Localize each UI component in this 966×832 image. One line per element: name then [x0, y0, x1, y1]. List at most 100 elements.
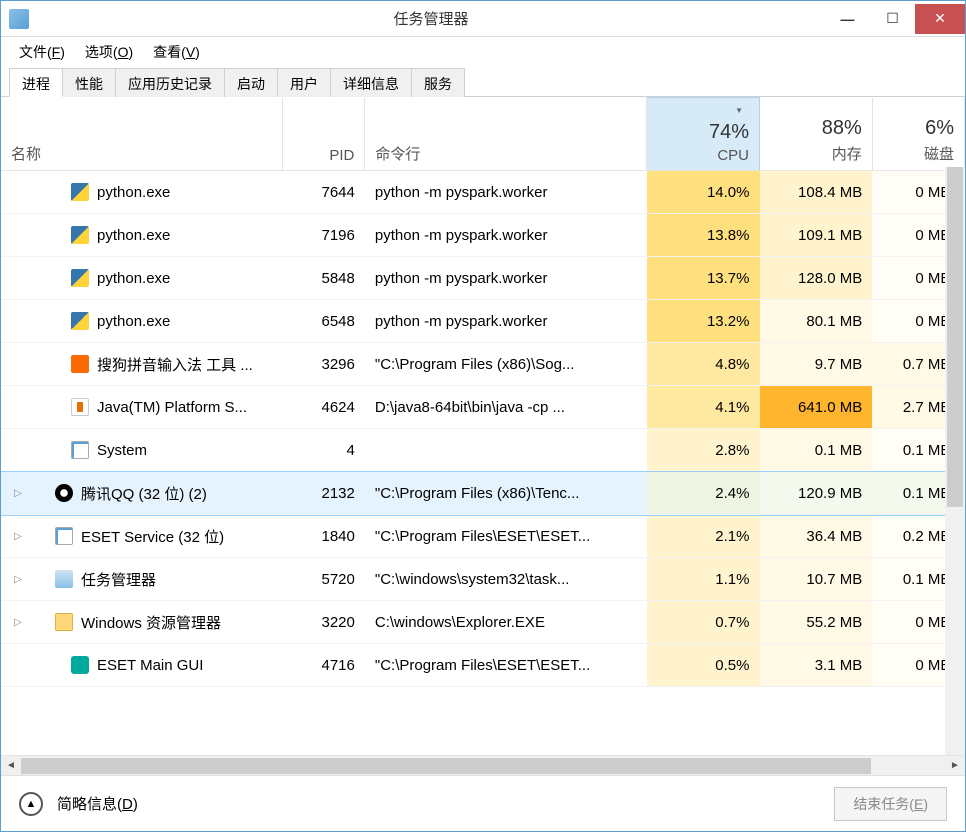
mem-cell: 109.1 MB [760, 214, 873, 257]
table-row[interactable]: ▷Windows 资源管理器3220C:\windows\Explorer.EX… [1, 601, 965, 644]
cpu-cell: 13.2% [647, 300, 760, 343]
tab-services[interactable]: 服务 [411, 68, 465, 97]
table-row[interactable]: python.exe6548python -m pyspark.worker13… [1, 300, 965, 343]
pid-cell: 2132 [283, 472, 365, 515]
cmd-cell [365, 429, 647, 472]
cpu-cell: 14.0% [647, 171, 760, 214]
process-icon [55, 613, 73, 631]
pid-cell: 3220 [283, 601, 365, 644]
cmd-cell: "C:\Program Files\ESET\ESET... [365, 644, 647, 687]
cpu-cell: 2.1% [647, 515, 760, 558]
process-name: Java(TM) Platform S... [97, 399, 247, 416]
mem-cell: 108.4 MB [760, 171, 873, 214]
process-name: Windows 资源管理器 [81, 612, 221, 633]
scroll-left-button[interactable]: ◄ [1, 756, 21, 776]
th-name[interactable]: 名称 [1, 98, 283, 171]
process-name: System [97, 442, 147, 459]
tab-startup[interactable]: 启动 [224, 68, 278, 97]
th-cmd[interactable]: 命令行 [365, 98, 647, 171]
table-row[interactable]: ▷任务管理器5720"C:\windows\system32\task...1.… [1, 558, 965, 601]
process-icon [55, 570, 73, 588]
mem-cell: 80.1 MB [760, 300, 873, 343]
cpu-cell: 0.5% [647, 644, 760, 687]
cpu-cell: 1.1% [647, 558, 760, 601]
process-table: 名称 PID 命令行 ▼ 74% CPU 88% 内存 [1, 97, 965, 687]
menu-file[interactable]: 文件(F) [11, 39, 73, 65]
vertical-scrollbar[interactable] [945, 167, 965, 755]
process-name: 腾讯QQ (32 位) (2) [81, 483, 207, 504]
menu-options[interactable]: 选项(O) [77, 39, 141, 65]
table-row[interactable]: ESET Main GUI4716"C:\Program Files\ESET\… [1, 644, 965, 687]
mem-cell: 10.7 MB [760, 558, 873, 601]
menu-view[interactable]: 查看(V) [145, 39, 208, 65]
process-icon [71, 441, 89, 459]
th-pid[interactable]: PID [283, 98, 365, 171]
mem-cell: 641.0 MB [760, 386, 873, 429]
tab-app-history[interactable]: 应用历史记录 [115, 68, 225, 97]
process-name: 任务管理器 [81, 569, 156, 590]
scroll-right-button[interactable]: ► [945, 756, 965, 776]
process-icon [71, 656, 89, 674]
pid-cell: 7196 [283, 214, 365, 257]
tabbar: 进程 性能 应用历史记录 启动 用户 详细信息 服务 [1, 67, 965, 97]
tab-performance[interactable]: 性能 [62, 68, 116, 97]
close-button[interactable]: ✕ [915, 4, 965, 34]
table-row[interactable]: python.exe7196python -m pyspark.worker13… [1, 214, 965, 257]
process-name: python.exe [97, 313, 170, 330]
pid-cell: 7644 [283, 171, 365, 214]
pid-cell: 4716 [283, 644, 365, 687]
cpu-cell: 4.1% [647, 386, 760, 429]
horizontal-scrollbar[interactable]: ◄ ► [1, 755, 965, 775]
sort-descending-icon: ▼ [735, 106, 743, 115]
process-icon [71, 355, 89, 373]
brief-info-link[interactable]: 简略信息(D) [57, 793, 820, 814]
process-name: python.exe [97, 270, 170, 287]
cpu-cell: 4.8% [647, 343, 760, 386]
process-icon [71, 312, 89, 330]
expand-icon[interactable]: ▷ [11, 488, 25, 499]
cpu-cell: 2.8% [647, 429, 760, 472]
window-title: 任务管理器 [37, 8, 825, 29]
minimize-button[interactable]: — [825, 4, 870, 34]
scrollbar-thumb[interactable] [21, 758, 871, 774]
table-row[interactable]: System42.8%0.1 MB0.1 MB/ [1, 429, 965, 472]
table-row[interactable]: python.exe5848python -m pyspark.worker13… [1, 257, 965, 300]
collapse-details-button[interactable]: ▲ [19, 792, 43, 816]
table-row[interactable]: python.exe7644python -m pyspark.worker14… [1, 171, 965, 214]
tab-users[interactable]: 用户 [277, 68, 331, 97]
expand-icon[interactable]: ▷ [11, 617, 25, 628]
table-row[interactable]: ▷ESET Service (32 位)1840"C:\Program File… [1, 515, 965, 558]
cmd-cell: D:\java8-64bit\bin\java -cp ... [365, 386, 647, 429]
process-icon [55, 527, 73, 545]
pid-cell: 6548 [283, 300, 365, 343]
process-icon [71, 183, 89, 201]
expand-icon[interactable]: ▷ [11, 531, 25, 542]
mem-cell: 36.4 MB [760, 515, 873, 558]
mem-cell: 0.1 MB [760, 429, 873, 472]
expand-icon[interactable]: ▷ [11, 574, 25, 585]
mem-cell: 128.0 MB [760, 257, 873, 300]
process-name: 搜狗拼音输入法 工具 ... [97, 354, 253, 375]
cpu-cell: 13.7% [647, 257, 760, 300]
process-name: ESET Service (32 位) [81, 526, 224, 547]
th-mem[interactable]: 88% 内存 [760, 98, 873, 171]
footer: ▲ 简略信息(D) 结束任务(E) [1, 775, 965, 831]
table-row[interactable]: 搜狗拼音输入法 工具 ...3296"C:\Program Files (x86… [1, 343, 965, 386]
pid-cell: 4 [283, 429, 365, 472]
th-cpu[interactable]: ▼ 74% CPU [647, 98, 760, 171]
maximize-button[interactable]: ☐ [870, 4, 915, 34]
end-task-button[interactable]: 结束任务(E) [834, 787, 947, 821]
tab-details[interactable]: 详细信息 [330, 68, 412, 97]
process-icon [71, 269, 89, 287]
process-icon [55, 484, 73, 502]
cpu-cell: 2.4% [647, 472, 760, 515]
table-row[interactable]: ▷腾讯QQ (32 位) (2)2132"C:\Program Files (x… [1, 472, 965, 515]
th-disk[interactable]: 6% 磁盘 [872, 98, 964, 171]
process-name: python.exe [97, 227, 170, 244]
pid-cell: 4624 [283, 386, 365, 429]
pid-cell: 3296 [283, 343, 365, 386]
table-row[interactable]: Java(TM) Platform S... 4624D:\java8-64bit… [1, 386, 965, 429]
cpu-cell: 13.8% [647, 214, 760, 257]
scrollbar-thumb[interactable] [947, 167, 963, 507]
tab-processes[interactable]: 进程 [9, 68, 63, 97]
